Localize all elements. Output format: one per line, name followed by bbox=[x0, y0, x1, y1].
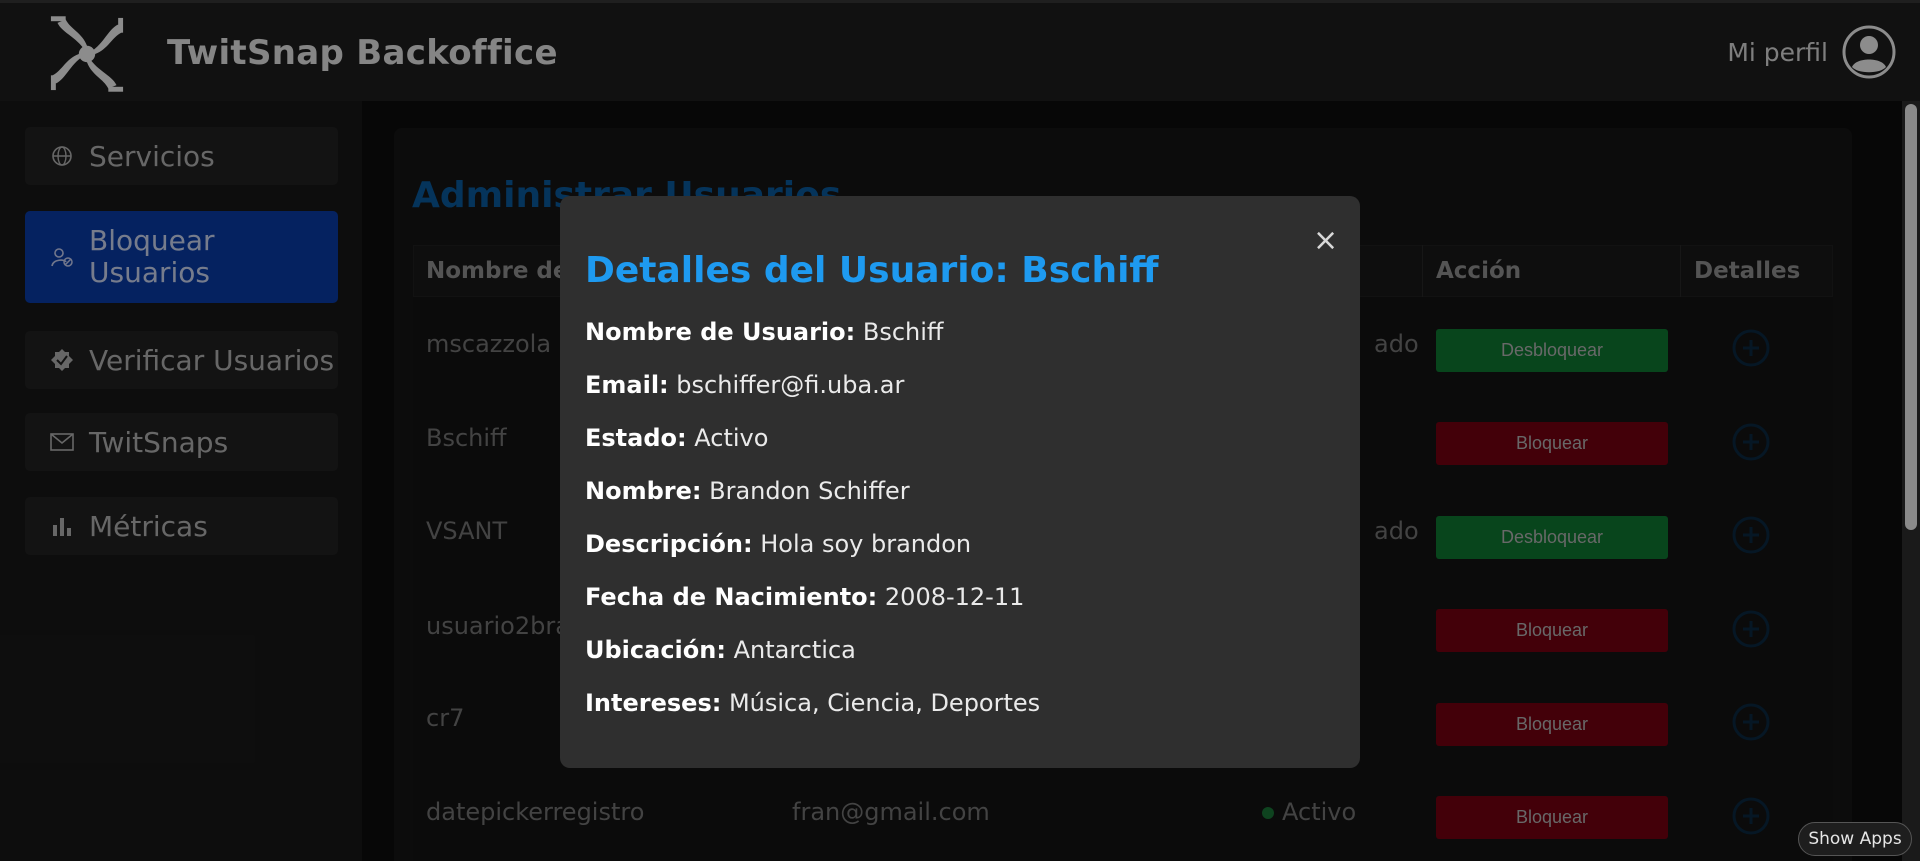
modal-title: Detalles del Usuario: Bschiff bbox=[585, 250, 1159, 291]
field-value: Antarctica bbox=[733, 636, 856, 664]
close-button[interactable]: × bbox=[1313, 226, 1338, 256]
scrollbar-thumb[interactable] bbox=[1905, 104, 1917, 530]
field-label: Nombre de Usuario: bbox=[585, 318, 856, 346]
field-label: Email: bbox=[585, 371, 669, 399]
field-label: Intereses: bbox=[585, 689, 722, 717]
show-apps-button[interactable]: Show Apps bbox=[1798, 822, 1912, 856]
field-email: Email: bschiffer@fi.uba.ar bbox=[585, 371, 904, 399]
field-label: Descripción: bbox=[585, 530, 753, 558]
field-label: Estado: bbox=[585, 424, 687, 452]
field-username: Nombre de Usuario: Bschiff bbox=[585, 318, 943, 346]
field-value: bschiffer@fi.uba.ar bbox=[676, 371, 905, 399]
field-value: Bschiff bbox=[862, 318, 944, 346]
field-label: Nombre: bbox=[585, 477, 702, 505]
field-descripcion: Descripción: Hola soy brandon bbox=[585, 530, 971, 558]
field-value: Activo bbox=[694, 424, 769, 452]
field-intereses: Intereses: Música, Ciencia, Deportes bbox=[585, 689, 1040, 717]
field-label: Ubicación: bbox=[585, 636, 726, 664]
field-fecha-nacimiento: Fecha de Nacimiento: 2008-12-11 bbox=[585, 583, 1024, 611]
field-ubicacion: Ubicación: Antarctica bbox=[585, 636, 856, 664]
field-label: Fecha de Nacimiento: bbox=[585, 583, 878, 611]
field-value: Brandon Schiffer bbox=[709, 477, 910, 505]
field-value: Hola soy brandon bbox=[760, 530, 972, 558]
field-nombre: Nombre: Brandon Schiffer bbox=[585, 477, 910, 505]
field-value: Música, Ciencia, Deportes bbox=[728, 689, 1041, 717]
field-estado: Estado: Activo bbox=[585, 424, 768, 452]
field-value: 2008-12-11 bbox=[884, 583, 1025, 611]
